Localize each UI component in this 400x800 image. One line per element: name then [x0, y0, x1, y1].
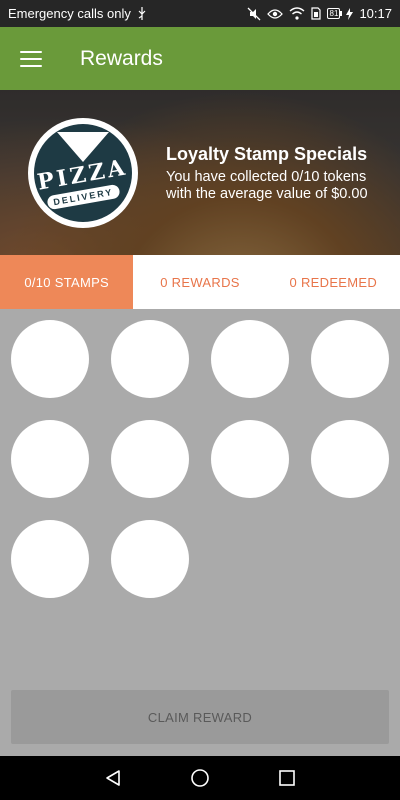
reward-tabs: 0/10 STAMPS 0 REWARDS 0 REDEEMED	[0, 255, 400, 309]
menu-button[interactable]	[0, 27, 62, 90]
tab-rewards[interactable]: 0 REWARDS	[133, 255, 266, 309]
battery-level: 81	[329, 9, 339, 18]
stamp-slot	[111, 320, 189, 398]
stamp-slot	[111, 420, 189, 498]
battery-icon: 81	[326, 8, 341, 19]
stamp-slot	[111, 520, 189, 598]
charging-icon	[346, 7, 354, 21]
page-title: Rewards	[80, 46, 163, 70]
status-bar: Emergency calls only 81 10:17	[0, 0, 400, 27]
back-icon	[106, 770, 121, 786]
sim-icon	[310, 7, 321, 21]
app-bar: Rewards	[0, 27, 400, 90]
status-left: Emergency calls only	[8, 6, 147, 21]
claim-reward-button[interactable]: CLAIM REWARD	[11, 690, 389, 744]
wifi-icon	[289, 7, 305, 21]
stamp-slot	[211, 320, 289, 398]
recents-button[interactable]	[267, 758, 307, 798]
usb-icon	[137, 7, 147, 21]
hamburger-menu-icon	[20, 50, 42, 67]
stamp-slot	[311, 320, 389, 398]
stamp-slot	[211, 420, 289, 498]
banner-text: Loyalty Stamp Specials You have collecte…	[166, 144, 368, 203]
home-icon	[191, 769, 209, 787]
tab-redeemed[interactable]: 0 REDEEMED	[267, 255, 400, 309]
stamp-grid	[0, 309, 400, 683]
loyalty-banner: PIZZA DELIVERY Loyalty Stamp Specials Yo…	[0, 90, 400, 255]
stamp-slot	[311, 420, 389, 498]
back-button[interactable]	[93, 758, 133, 798]
recents-icon	[278, 770, 295, 786]
clock: 10:17	[359, 6, 392, 21]
system-nav-bar	[0, 756, 400, 800]
banner-line-1: You have collected 0/10 tokens	[166, 169, 367, 185]
stamp-slot	[11, 520, 89, 598]
home-button[interactable]	[180, 758, 220, 798]
stamp-slot	[11, 320, 89, 398]
eye-icon	[266, 7, 283, 21]
carrier-text: Emergency calls only	[8, 6, 131, 21]
pizza-logo: PIZZA DELIVERY	[28, 118, 138, 228]
tab-stamps[interactable]: 0/10 STAMPS	[0, 255, 134, 309]
mute-icon	[247, 7, 261, 21]
status-right: 81 10:17	[247, 6, 392, 21]
banner-line-2: with the average value of $0.00	[166, 186, 368, 202]
banner-title: Loyalty Stamp Specials	[166, 144, 368, 164]
stamp-slot	[11, 420, 89, 498]
